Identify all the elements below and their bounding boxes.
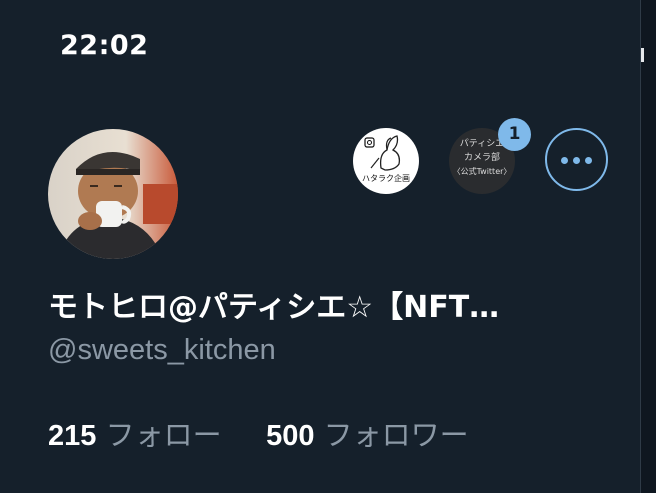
adjacent-panel-edge (640, 0, 656, 493)
more-options-button[interactable] (545, 128, 608, 191)
hataraku-community-chip[interactable]: ハタラク企画 (353, 128, 419, 194)
chip-label: ハタラク企画 (362, 174, 410, 183)
followers-label: フォロワー (323, 418, 469, 452)
profile-avatar[interactable] (48, 129, 178, 259)
following-count: 215 (48, 420, 97, 452)
chip-label-line-2: カメラ部 (463, 153, 500, 163)
display-name: モトヒロ@パティシエ☆【NFT… (48, 290, 500, 325)
followers-count: 500 (266, 420, 315, 452)
chip-label-line-3: 〈公式Twitter〉 (452, 167, 512, 176)
edge-marker (641, 48, 644, 62)
profile-panel: 22:02 ハタラク企画 パティシエ カメラ部 〈公式Twitter〉 1 モト… (0, 0, 640, 493)
following-link[interactable]: 215 フォロー (48, 418, 231, 452)
avatar-photo-icon (48, 129, 178, 259)
followers-link[interactable]: 500 フォロワー (266, 418, 469, 452)
follow-stats: 215 フォロー 500 フォロワー (48, 412, 469, 454)
user-handle: @sweets_kitchen (48, 334, 276, 366)
rabbit-illustration (364, 135, 401, 171)
instagram-icon (364, 137, 375, 148)
notification-badge: 1 (498, 118, 531, 151)
status-time: 22:02 (60, 30, 149, 61)
following-label: フォロー (105, 418, 222, 452)
